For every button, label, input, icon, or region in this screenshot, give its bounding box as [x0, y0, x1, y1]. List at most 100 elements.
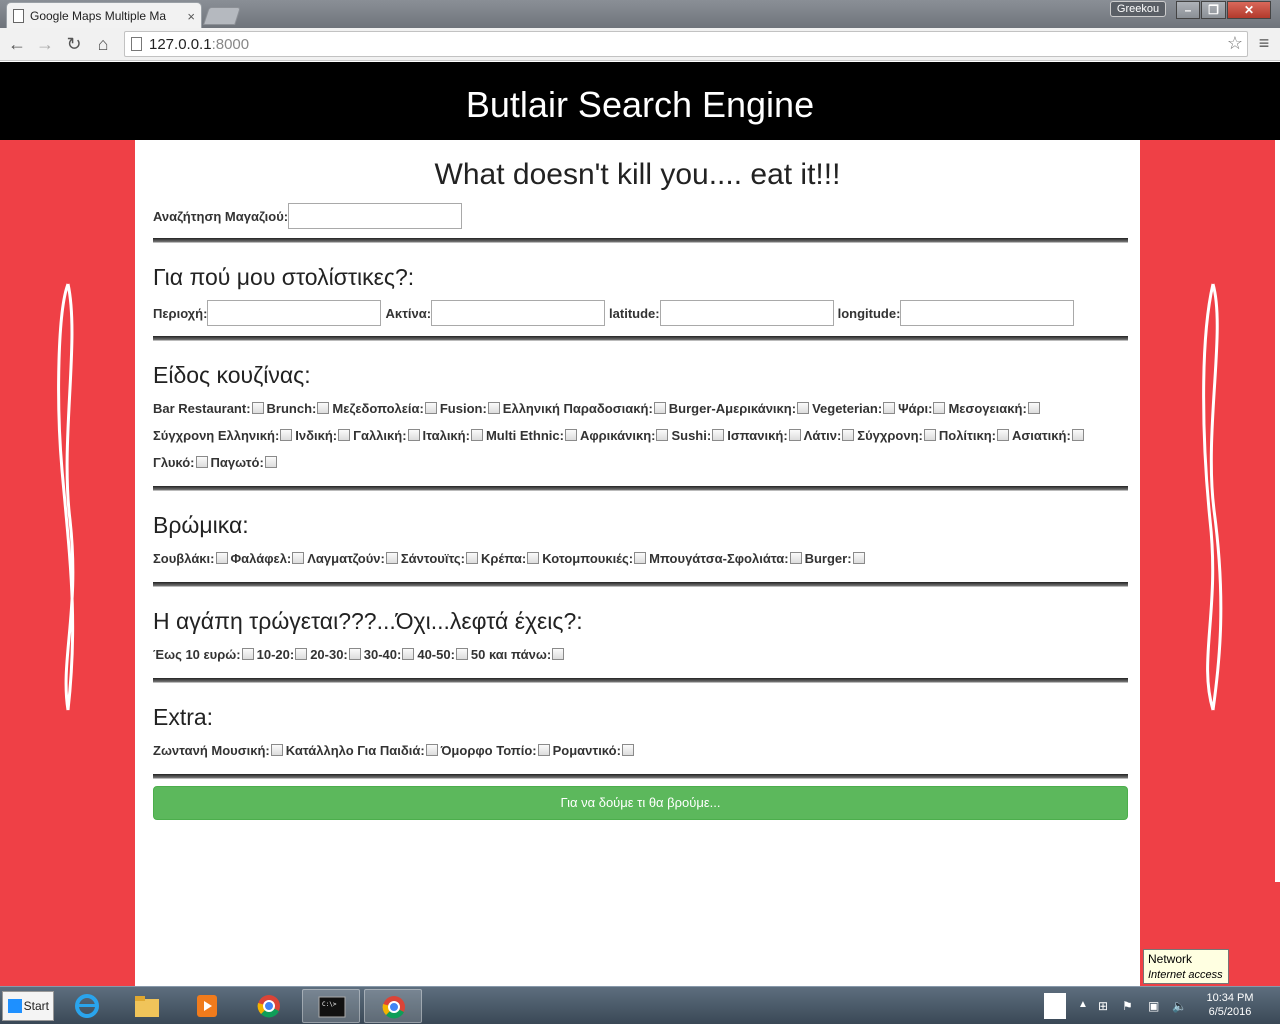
- price-option: Έως 10 ευρώ:: [153, 641, 254, 668]
- start-button[interactable]: Start: [2, 991, 54, 1021]
- checkbox[interactable]: [1071, 429, 1084, 441]
- network-icon[interactable]: ▣: [1148, 999, 1159, 1013]
- extra-option: Ρομαντικό:: [553, 737, 634, 764]
- checkbox[interactable]: [788, 429, 801, 441]
- checkbox[interactable]: [195, 456, 208, 468]
- area-input[interactable]: [207, 300, 382, 326]
- right-decorative-panel: [1140, 140, 1280, 986]
- extra-option: Όμορφο Τοπίο:: [441, 737, 550, 764]
- action-center-flag-icon[interactable]: ⚑: [1122, 999, 1133, 1013]
- store-search-input[interactable]: [288, 203, 463, 229]
- checkbox[interactable]: [425, 744, 438, 756]
- volume-icon[interactable]: 🔈: [1172, 999, 1187, 1013]
- store-search-label: Αναζήτηση Μαγαζιού:: [153, 208, 289, 224]
- checkbox-label: Fusion:: [439, 401, 487, 416]
- chrome-active-taskbar-icon[interactable]: [364, 989, 422, 1023]
- media-player-taskbar-icon[interactable]: [178, 989, 236, 1023]
- checkbox[interactable]: [270, 744, 283, 756]
- checkbox[interactable]: [407, 429, 420, 441]
- chrome-taskbar-icon[interactable]: [240, 989, 298, 1023]
- checkbox[interactable]: [712, 429, 725, 441]
- checkbox[interactable]: [470, 429, 483, 441]
- section-divider: [153, 678, 1128, 683]
- profile-button[interactable]: Greekou: [1110, 1, 1166, 17]
- checkbox[interactable]: [996, 429, 1009, 441]
- checkbox[interactable]: [789, 552, 802, 564]
- checkbox[interactable]: [424, 402, 437, 414]
- checkbox[interactable]: [621, 744, 634, 756]
- tagline: What doesn't kill you.... eat it!!!: [434, 158, 841, 191]
- checkbox-label: Ρομαντικό:: [552, 743, 621, 758]
- checkbox[interactable]: [634, 552, 647, 564]
- command-prompt-taskbar-icon[interactable]: C:\>: [302, 989, 360, 1023]
- checkbox[interactable]: [338, 429, 351, 441]
- checkbox[interactable]: [264, 456, 277, 468]
- clock[interactable]: 10:34 PM 6/5/2016: [1202, 991, 1258, 1019]
- windows-taskbar: Start C:\> ▲ ⊞ ⚑ ▣ 🔈 10:34 PM 6/5/2016: [0, 986, 1280, 1024]
- checkbox[interactable]: [933, 402, 946, 414]
- checkbox[interactable]: [487, 402, 500, 414]
- checkbox[interactable]: [251, 402, 264, 414]
- back-icon[interactable]: ←: [6, 33, 28, 55]
- minimize-button[interactable]: –: [1176, 1, 1200, 19]
- checkbox[interactable]: [552, 648, 565, 660]
- checkbox-label: Αφρικάνικη:: [579, 428, 656, 443]
- checkbox[interactable]: [455, 648, 468, 660]
- checkbox[interactable]: [797, 402, 810, 414]
- checkbox[interactable]: [295, 648, 308, 660]
- checkbox[interactable]: [537, 744, 550, 756]
- windows-logo-tray-icon[interactable]: ⊞: [1098, 999, 1108, 1013]
- street-food-option: Κοτομπουκιές:: [542, 545, 647, 572]
- checkbox-label: Πολίτικη:: [938, 428, 996, 443]
- section-divider: [153, 582, 1128, 587]
- checkbox[interactable]: [348, 648, 361, 660]
- checkbox[interactable]: [527, 552, 540, 564]
- checkbox[interactable]: [280, 429, 293, 441]
- browser-tab[interactable]: Google Maps Multiple Ma ×: [6, 2, 202, 29]
- checkbox[interactable]: [852, 552, 865, 564]
- checkbox[interactable]: [402, 648, 415, 660]
- checkbox[interactable]: [317, 402, 330, 414]
- latitude-input[interactable]: [659, 300, 834, 326]
- forward-icon[interactable]: →: [34, 33, 56, 55]
- chrome-menu-icon[interactable]: ≡: [1254, 33, 1274, 54]
- tab-close-icon[interactable]: ×: [187, 9, 195, 24]
- cuisine-option: Γαλλική:: [353, 422, 420, 449]
- extra-option: Κατάλληλο Για Παιδιά:: [286, 737, 438, 764]
- checkbox-label: Ασιατική:: [1011, 428, 1071, 443]
- checkbox[interactable]: [292, 552, 305, 564]
- checkbox[interactable]: [1027, 402, 1040, 414]
- show-hidden-icons-icon[interactable]: ▲: [1078, 999, 1088, 1010]
- cuisine-option: Μεζεδοπολεία:: [332, 395, 437, 422]
- checkbox[interactable]: [653, 402, 666, 414]
- checkbox[interactable]: [656, 429, 669, 441]
- checkbox-label: Brunch:: [266, 401, 317, 416]
- system-tray: ▲ ⊞ ⚑ ▣ 🔈 10:34 PM 6/5/2016: [1044, 991, 1280, 1023]
- checkbox[interactable]: [215, 552, 228, 564]
- checkbox[interactable]: [883, 402, 896, 414]
- reload-icon[interactable]: ↻: [63, 33, 85, 55]
- home-icon[interactable]: ⌂: [92, 33, 114, 55]
- internet-explorer-taskbar-icon[interactable]: [58, 989, 116, 1023]
- maximize-button[interactable]: ❐: [1201, 1, 1226, 19]
- cuisine-title: Είδος κουζίνας:: [153, 362, 311, 388]
- address-bar[interactable]: 127.0.0.1:8000 ☆: [124, 31, 1248, 57]
- file-explorer-taskbar-icon[interactable]: [118, 989, 176, 1023]
- longitude-input[interactable]: [900, 300, 1075, 326]
- new-tab-button[interactable]: [203, 7, 241, 25]
- checkbox[interactable]: [241, 648, 254, 660]
- section-divider: [153, 238, 1128, 243]
- search-submit-button[interactable]: Για να δούμε τι θα βρούμε...: [153, 786, 1128, 820]
- network-tooltip: Network Internet access: [1143, 949, 1229, 984]
- checkbox[interactable]: [385, 552, 398, 564]
- close-window-button[interactable]: ✕: [1227, 1, 1271, 19]
- checkbox[interactable]: [923, 429, 936, 441]
- url-text: 127.0.0.1:8000: [149, 36, 250, 53]
- bookmark-star-icon[interactable]: ☆: [1227, 33, 1243, 54]
- checkbox[interactable]: [466, 552, 478, 564]
- checkbox[interactable]: [564, 429, 577, 441]
- checkbox[interactable]: [842, 429, 855, 441]
- checkbox-label: Ισπανική:: [727, 428, 788, 443]
- radius-input[interactable]: [431, 300, 606, 326]
- tab-title: Google Maps Multiple Ma: [30, 9, 167, 23]
